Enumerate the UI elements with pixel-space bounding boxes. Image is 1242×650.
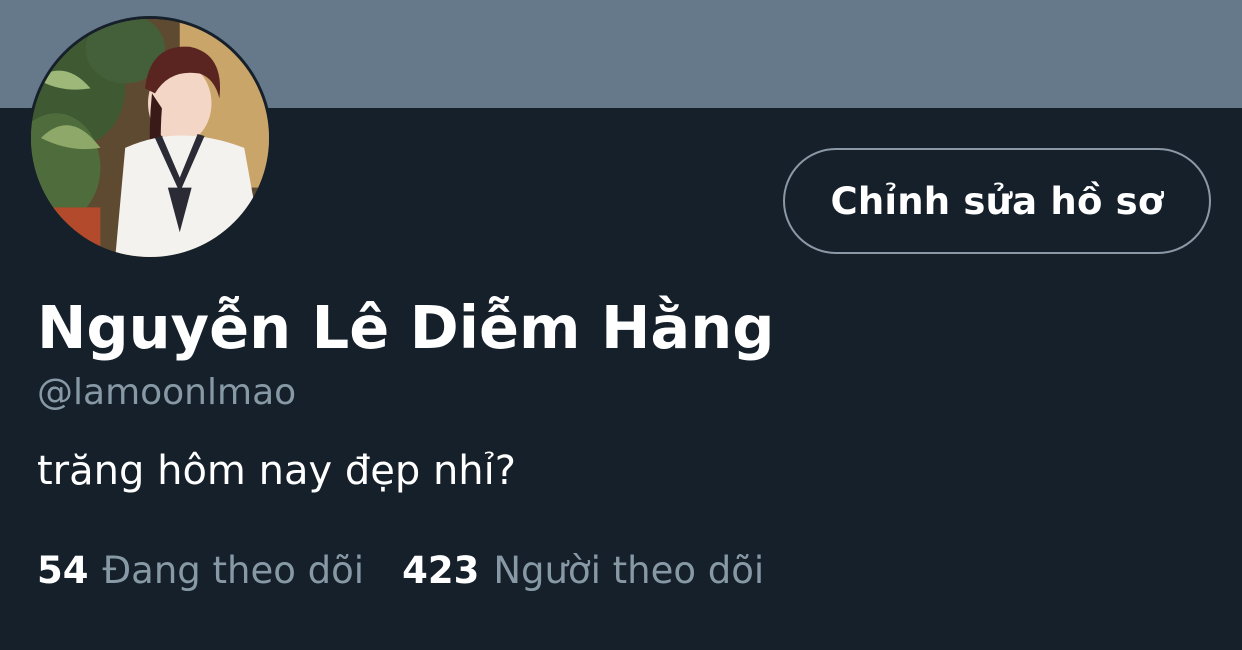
following-count: 54 [37, 549, 89, 592]
following-label: Đang theo dõi [102, 549, 365, 592]
follow-stats: 54 Đang theo dõi 423 Người theo dõi [37, 546, 802, 596]
profile-page: Chỉnh sửa hồ sơ Nguyễn Lê Diễm Hằng @lam… [0, 0, 1242, 650]
following-link[interactable]: 54 Đang theo dõi [37, 546, 364, 596]
followers-link[interactable]: 423 Người theo dõi [402, 546, 764, 596]
display-name: Nguyễn Lê Diễm Hằng [37, 293, 775, 362]
followers-label: Người theo dõi [493, 549, 765, 592]
avatar[interactable] [28, 16, 272, 260]
profile-bio: trăng hôm nay đẹp nhỉ? [37, 448, 517, 494]
profile-handle: @lamoonlmao [37, 372, 297, 413]
edit-profile-button[interactable]: Chỉnh sửa hồ sơ [783, 148, 1211, 254]
followers-count: 423 [402, 549, 480, 592]
avatar-image [31, 19, 269, 257]
avatar-photo [31, 19, 269, 257]
